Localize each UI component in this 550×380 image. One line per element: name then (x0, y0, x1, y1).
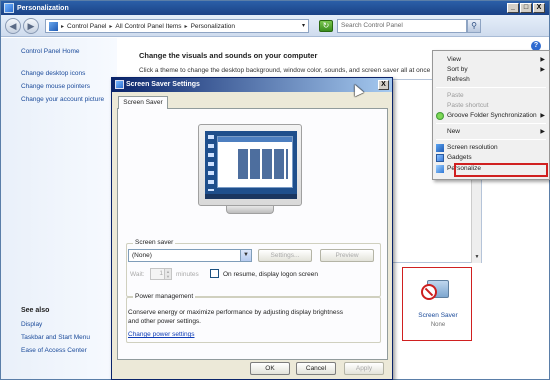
menu-item-groove[interactable]: Groove Folder Synchronization ▶ (433, 111, 549, 121)
screen-saver-icon (421, 276, 451, 302)
chevron-right-icon[interactable]: ▸ (185, 23, 188, 30)
screen-saver-select[interactable]: (None) ▼ (128, 249, 252, 262)
personalize-icon (436, 165, 444, 173)
personalization-icon (4, 3, 14, 13)
taskbar-start-menu-link[interactable]: Taskbar and Start Menu (21, 334, 90, 341)
cancel-button[interactable]: Cancel (296, 362, 336, 375)
back-button[interactable]: ◀ (5, 18, 21, 34)
display-link[interactable]: Display (21, 321, 42, 328)
personalize-highlight-box (454, 163, 548, 177)
monitor-preview (198, 124, 302, 214)
screen-saver-settings-icon (115, 80, 124, 89)
settings-button[interactable]: Settings... (258, 249, 312, 262)
desktop-context-menu: View ▶ Sort by ▶ Refresh Paste Paste short… (432, 50, 550, 180)
menu-item-view[interactable]: View ▶ (433, 55, 549, 65)
page-description: Click a theme to change the desktop back… (139, 67, 431, 74)
minimize-button[interactable]: _ (507, 3, 519, 13)
resume-logon-checkbox[interactable] (210, 269, 219, 278)
address-bar: ◀ ▶ ▸ Control Panel ▸ All Control Panel … (1, 15, 549, 37)
breadcrumb-control-panel[interactable]: Control Panel (67, 23, 106, 30)
chevron-right-icon: ▶ (540, 129, 545, 135)
left-pane: Control Panel Home Change desktop icons … (1, 38, 117, 379)
control-panel-icon (49, 21, 58, 31)
menu-item-screen-resolution[interactable]: Screen resolution (433, 143, 549, 153)
forward-button[interactable]: ▶ (23, 18, 39, 34)
gadgets-icon (436, 154, 444, 162)
preview-button[interactable]: Preview (320, 249, 374, 262)
menu-item-refresh[interactable]: Refresh (433, 75, 549, 85)
window-title: Personalization (17, 4, 69, 12)
chevron-right-icon[interactable]: ▸ (109, 23, 112, 30)
breadcrumb-personalization[interactable]: Personalization (191, 23, 235, 30)
chevron-down-icon[interactable]: ▼ (240, 250, 251, 261)
chevron-right-icon: ▶ (540, 113, 545, 119)
dialog-title: Screen Saver Settings (126, 81, 200, 88)
screen-saver-tile[interactable]: Screen Saver None (402, 267, 472, 341)
minutes-label: minutes (176, 271, 199, 278)
address-path[interactable]: ▸ Control Panel ▸ All Control Panel Item… (45, 19, 305, 33)
menu-item-sort-by[interactable]: Sort by ▶ (433, 65, 549, 75)
change-account-picture-link[interactable]: Change your account picture (21, 96, 104, 103)
refresh-button[interactable]: ↻ (319, 20, 333, 32)
screen-saver-settings-dialog: Screen Saver Settings X Screen Saver Scr… (111, 77, 393, 380)
see-also-heading: See also (21, 307, 50, 314)
window-title-bar[interactable]: Personalization _ □ X (1, 1, 549, 15)
tab-screen-saver[interactable]: Screen Saver (118, 96, 168, 109)
dialog-close-button[interactable]: X (378, 80, 389, 90)
groove-icon (436, 112, 444, 120)
change-power-settings-link[interactable]: Change power settings (128, 331, 195, 338)
control-panel-home-link[interactable]: Control Panel Home (21, 48, 80, 55)
menu-separator (436, 139, 546, 140)
screen-saver-select-value: (None) (132, 252, 152, 259)
maximize-button[interactable]: □ (520, 3, 532, 13)
power-management-group-label: Power management (133, 293, 196, 300)
menu-item-paste[interactable]: Paste (433, 91, 549, 101)
dialog-title-bar[interactable]: Screen Saver Settings X (112, 78, 392, 92)
search-icon[interactable]: ⚲ (467, 19, 481, 33)
breadcrumb-all-items[interactable]: All Control Panel Items (115, 23, 181, 30)
menu-item-new[interactable]: New ▶ (433, 127, 549, 137)
menu-item-paste-shortcut[interactable]: Paste shortcut (433, 101, 549, 111)
screen-saver-label[interactable]: Screen Saver (403, 312, 473, 319)
menu-separator (436, 123, 546, 124)
screen-resolution-icon (436, 144, 444, 152)
page-title: Change the visuals and sounds on your co… (139, 51, 318, 60)
close-button[interactable]: X (533, 3, 545, 13)
wait-label: Wait: (130, 271, 145, 278)
preview-screen (205, 131, 297, 199)
chevron-right-icon[interactable]: ▸ (61, 23, 64, 30)
menu-separator (436, 87, 546, 88)
address-dropdown-button[interactable]: ▾ (299, 19, 309, 33)
apply-button[interactable]: Apply (344, 362, 384, 375)
chevron-right-icon: ▶ (540, 67, 545, 73)
no-entry-icon (421, 284, 437, 300)
resume-logon-label[interactable]: On resume, display logon screen (223, 271, 318, 278)
ok-button[interactable]: OK (250, 362, 290, 375)
stepper-arrows-icon[interactable]: ▲ ▼ (164, 269, 171, 279)
menu-item-gadgets[interactable]: Gadgets (433, 153, 549, 163)
screen-saver-group-label: Screen saver (133, 239, 176, 246)
ease-of-access-link[interactable]: Ease of Access Center (21, 347, 87, 354)
change-desktop-icons-link[interactable]: Change desktop icons (21, 70, 85, 77)
screen-saver-value: None (430, 322, 446, 328)
power-description: Conserve energy or maximize performance … (128, 309, 343, 325)
wait-minutes-stepper[interactable]: 1 ▲ ▼ (150, 268, 172, 280)
chevron-right-icon: ▶ (540, 57, 545, 63)
scroll-down-icon[interactable]: ▼ (473, 254, 481, 262)
change-mouse-pointers-link[interactable]: Change mouse pointers (21, 83, 90, 90)
search-input[interactable]: Search Control Panel (337, 19, 467, 33)
